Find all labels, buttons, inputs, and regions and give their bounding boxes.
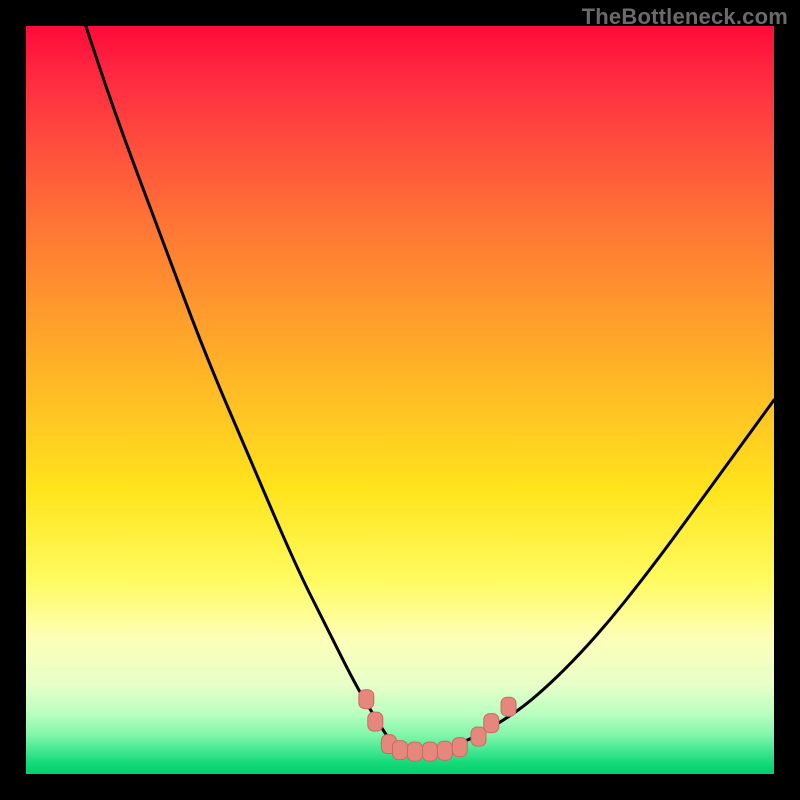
curve-marker: [422, 742, 437, 761]
curve-marker: [408, 742, 423, 761]
curve-marker: [393, 741, 408, 760]
watermark-text: TheBottleneck.com: [582, 4, 788, 30]
curve-markers: [359, 690, 516, 761]
curve-marker: [381, 735, 396, 754]
bottleneck-curve: [26, 26, 774, 774]
chart-frame: TheBottleneck.com: [0, 0, 800, 800]
curve-marker: [452, 738, 467, 757]
curve-marker: [471, 727, 486, 746]
plot-area: [26, 26, 774, 774]
curve-marker: [359, 690, 374, 709]
curve-marker: [501, 697, 516, 716]
curve-marker: [437, 741, 452, 760]
curve-marker: [484, 714, 499, 733]
curve-marker: [368, 712, 383, 731]
curve-path: [86, 26, 774, 752]
